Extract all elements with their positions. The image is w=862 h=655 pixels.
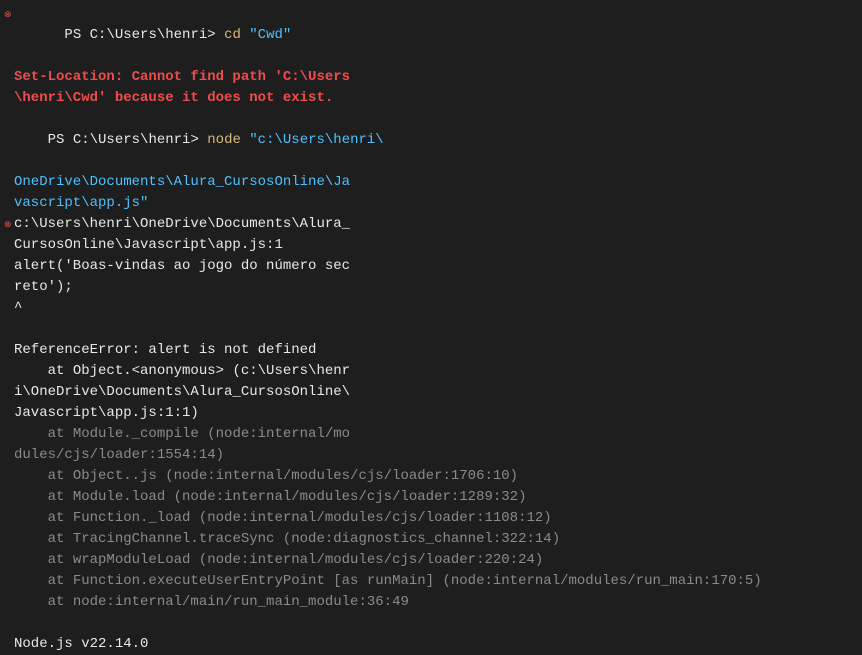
reference-error-title: ReferenceError: alert is not defined	[14, 340, 862, 361]
stack-frame-dim: at TracingChannel.traceSync (node:diagno…	[14, 529, 862, 550]
stack-caret: ^	[14, 298, 862, 319]
prompt-path: C:\Users\henri>	[73, 132, 199, 148]
stack-source: CursosOnline\Javascript\app.js:1	[14, 235, 862, 256]
node-arg: "c:\Users\henri\	[249, 132, 383, 148]
stack-code: reto');	[14, 277, 862, 298]
error-line: \henri\Cwd' because it does not exist.	[4, 88, 862, 109]
prompt-line-2: PS C:\Users\henri> node "c:\Users\henri\	[4, 109, 862, 172]
prompt-line-1: ⊗ PS C:\Users\henri> cd "Cwd"	[4, 4, 862, 67]
stack-frame-dim: dules/cjs/loader:1554:14)	[14, 445, 862, 466]
stack-source: c:\Users\henri\OneDrive\Documents\Alura_	[14, 214, 862, 235]
node-arg-cont: OneDrive\Documents\Alura_CursosOnline\Ja	[4, 172, 862, 193]
cd-arg: "Cwd"	[249, 27, 291, 43]
stack-frame-dim: at node:internal/main/run_main_module:36…	[14, 592, 862, 613]
stack-code: alert('Boas-vindas ao jogo do número sec	[14, 256, 862, 277]
stack-frame-dim: at Function.executeUserEntryPoint [as ru…	[14, 571, 862, 592]
ps-prefix: PS	[64, 27, 89, 43]
runtime-error-block: ⊗ c:\Users\henri\OneDrive\Documents\Alur…	[4, 214, 862, 655]
error-gutter-icon: ⊗	[4, 9, 14, 23]
stack-frame-dim: at Module.load (node:internal/modules/cj…	[14, 487, 862, 508]
stack-frame-dim: at Module._compile (node:internal/mo	[14, 424, 862, 445]
terminal-output[interactable]: ⊗ PS C:\Users\henri> cd "Cwd" Set-Locati…	[4, 4, 862, 655]
stack-frame-dim: at Function._load (node:internal/modules…	[14, 508, 862, 529]
stack-frame: i\OneDrive\Documents\Alura_CursosOnline\	[14, 382, 862, 403]
cmd-node: node	[199, 132, 249, 148]
error-line: Set-Location: Cannot find path 'C:\Users	[4, 67, 862, 88]
node-version: Node.js v22.14.0	[14, 634, 862, 655]
ps-prefix: PS	[48, 132, 73, 148]
error-gutter-icon: ⊗	[4, 219, 14, 233]
stack-frame: Javascript\app.js:1:1)	[14, 403, 862, 424]
node-arg-cont: vascript\app.js"	[4, 193, 862, 214]
prompt-path: C:\Users\henri>	[90, 27, 216, 43]
stack-frame-dim: at Object..js (node:internal/modules/cjs…	[14, 466, 862, 487]
cmd-cd: cd	[216, 27, 250, 43]
stack-frame: at Object.<anonymous> (c:\Users\henr	[14, 361, 862, 382]
stack-frame-dim: at wrapModuleLoad (node:internal/modules…	[14, 550, 862, 571]
